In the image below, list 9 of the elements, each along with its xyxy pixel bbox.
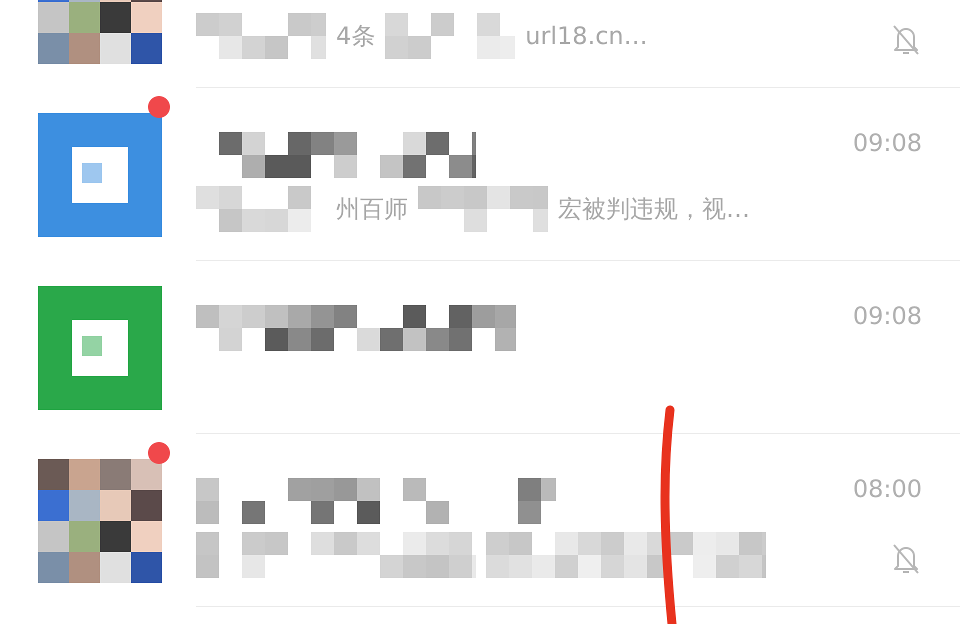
message-preview: 州百师 xyxy=(336,194,408,225)
app-icon xyxy=(38,286,162,410)
message-preview: 宏被判违规，视… xyxy=(558,194,750,225)
message-time: 09:08 xyxy=(852,128,922,159)
message-time: 09:08 xyxy=(852,301,922,332)
message-preview: 4条 xyxy=(336,21,376,52)
message-time: 08:00 xyxy=(852,474,922,505)
message-preview: url18.cn… xyxy=(525,21,648,52)
app-icon xyxy=(38,112,162,236)
